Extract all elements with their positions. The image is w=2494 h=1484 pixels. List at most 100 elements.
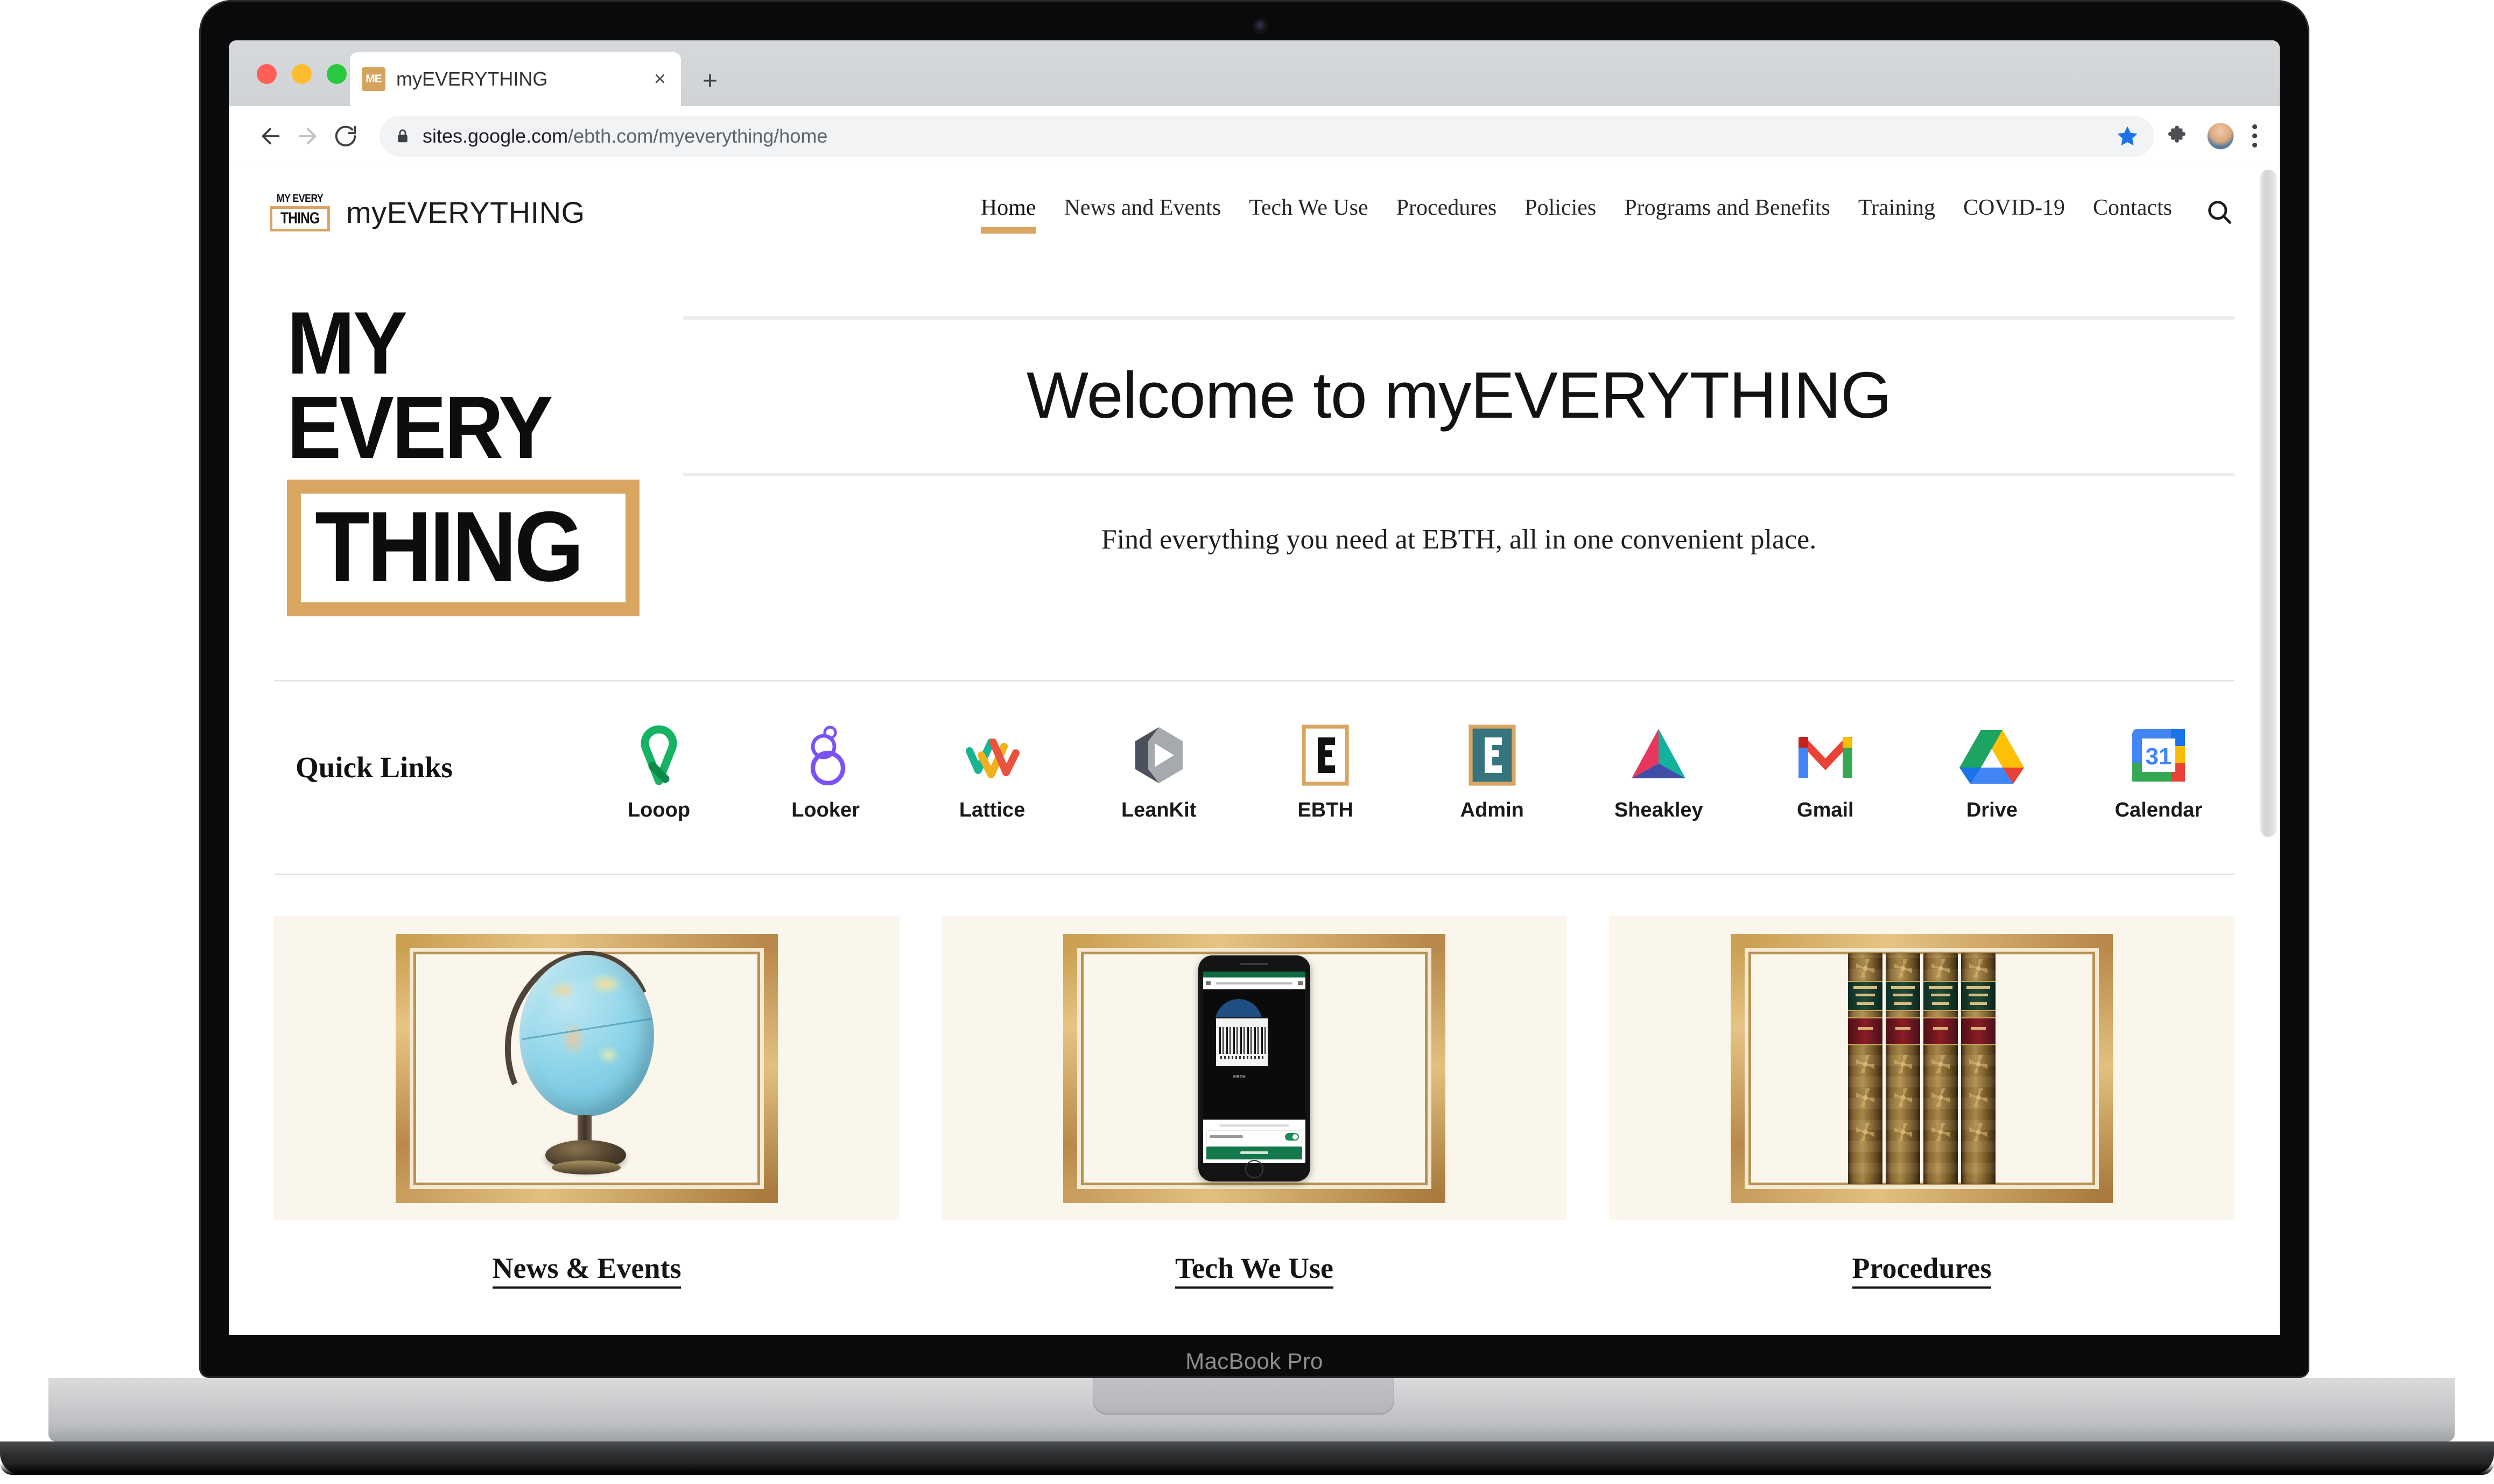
- macbook-mockup: ME myEVERYTHING × + sites.google.com/ebt…: [0, 0, 2494, 1484]
- hero-logo-box: THING: [287, 479, 640, 616]
- device-model-label: MacBook Pro: [1185, 1348, 1323, 1374]
- hero-rule-top: [683, 316, 2235, 320]
- quick-link-label: EBTH: [1297, 799, 1353, 821]
- leankit-icon: [1124, 720, 1194, 790]
- ebth-icon: [1290, 720, 1360, 790]
- minimize-window-button[interactable]: [292, 64, 312, 84]
- url-path: /ebth.com/myeverything/home: [568, 124, 828, 147]
- quick-link-looop[interactable]: Looop: [597, 720, 721, 822]
- quick-link-looker[interactable]: Looker: [764, 720, 888, 822]
- card-news-events[interactable]: News & Events: [274, 916, 900, 1289]
- site-logo-box: THING: [269, 206, 331, 231]
- address-bar[interactable]: sites.google.com/ebth.com/myeverything/h…: [380, 115, 2154, 157]
- cards-section: News & Events EBTH Tech We Use Procedure…: [229, 875, 2280, 1289]
- gmail-icon: [1790, 720, 1860, 790]
- card-caption-text: News & Events: [492, 1252, 682, 1289]
- browser-tab[interactable]: ME myEVERYTHING ×: [350, 52, 681, 106]
- quick-link-label: Lattice: [959, 799, 1025, 821]
- forward-arrow-icon[interactable]: [289, 117, 327, 155]
- calendar-icon: 31: [2124, 720, 2194, 790]
- chrome-browser-window: ME myEVERYTHING × + sites.google.com/ebt…: [229, 40, 2280, 1335]
- site-logo[interactable]: MY EVERY THING: [269, 184, 331, 240]
- quick-links-list: Looop Looker Lattice LeanKit EBTH Admin …: [597, 720, 2235, 822]
- admin-icon: [1457, 720, 1527, 790]
- site-logo-line2: THING: [280, 209, 320, 227]
- nav-item-policies[interactable]: Policies: [1511, 187, 1610, 237]
- quick-link-label: Sheakley: [1614, 799, 1703, 821]
- window-traffic-lights: [257, 64, 347, 84]
- scrollbar-thumb[interactable]: [2260, 170, 2277, 837]
- nav-item-contacts[interactable]: Contacts: [2079, 187, 2186, 237]
- quick-link-gmail[interactable]: Gmail: [1764, 720, 1887, 822]
- svg-text:31: 31: [2145, 743, 2172, 770]
- quick-link-label: Looop: [627, 799, 691, 821]
- card-caption[interactable]: Procedures: [1609, 1220, 2235, 1289]
- url-domain: sites.google.com: [423, 124, 568, 147]
- site-logo-line1: MY EVERY: [276, 192, 324, 205]
- nav-item-home[interactable]: Home: [967, 187, 1050, 237]
- browser-tab-strip: ME myEVERYTHING × +: [229, 40, 2280, 106]
- laptop-foot: [0, 1441, 2494, 1475]
- quick-links-section: Quick Links Looop Looker Lattice LeanKit…: [229, 681, 2280, 822]
- close-tab-button[interactable]: ×: [651, 69, 669, 89]
- nav-item-covid-19[interactable]: COVID-19: [1949, 187, 2079, 237]
- search-icon[interactable]: [2204, 197, 2235, 227]
- card-caption[interactable]: News & Events: [274, 1220, 900, 1289]
- looker-icon: [791, 720, 861, 790]
- tab-favicon-icon: ME: [362, 67, 385, 91]
- page-scrollbar[interactable]: [2257, 166, 2280, 1335]
- quick-link-label: Admin: [1460, 799, 1524, 821]
- nav-item-programs-and-benefits[interactable]: Programs and Benefits: [1610, 187, 1844, 237]
- quick-link-sheakley[interactable]: Sheakley: [1597, 720, 1720, 822]
- close-window-button[interactable]: [257, 64, 277, 84]
- site-title: myEVERYTHING: [346, 195, 585, 229]
- quick-link-label: Gmail: [1797, 799, 1854, 821]
- lock-icon: [398, 129, 408, 142]
- lattice-icon: [957, 720, 1027, 790]
- card-tech-we-use[interactable]: EBTH Tech We Use: [942, 916, 1567, 1289]
- card-procedures[interactable]: Procedures: [1609, 916, 2235, 1289]
- star-icon[interactable]: [2116, 124, 2139, 148]
- quick-link-drive[interactable]: Drive: [1930, 720, 2054, 822]
- nav-item-tech-we-use[interactable]: Tech We Use: [1235, 187, 1382, 237]
- globe-illustration: [482, 931, 676, 1190]
- hero-subtitle: Find everything you need at EBTH, all in…: [1101, 524, 1817, 555]
- puzzle-piece-icon[interactable]: [2165, 124, 2189, 148]
- nav-item-news-and-events[interactable]: News and Events: [1050, 187, 1235, 237]
- quick-link-ebth[interactable]: EBTH: [1263, 720, 1387, 822]
- card-media: [1609, 916, 2235, 1220]
- card-caption[interactable]: Tech We Use: [942, 1220, 1567, 1289]
- new-tab-button[interactable]: +: [702, 68, 718, 94]
- hero-text-block: Welcome to myEVERYTHING Find everything …: [651, 290, 2235, 555]
- page-title: Welcome to myEVERYTHING: [1026, 358, 1892, 432]
- avatar[interactable]: [2207, 122, 2234, 150]
- quick-links-title: Quick Links: [296, 751, 453, 784]
- reload-icon[interactable]: [327, 117, 364, 155]
- quick-link-calendar[interactable]: 31 Calendar: [2097, 720, 2221, 822]
- hero-rule-bottom: [683, 473, 2235, 476]
- quick-link-lattice[interactable]: Lattice: [930, 720, 1054, 822]
- hero-logo: MY EVERY THING: [274, 290, 651, 616]
- nav-item-label: Home: [980, 195, 1036, 220]
- phone-illustration: EBTH: [1198, 955, 1310, 1181]
- webcam-icon: [1255, 20, 1267, 32]
- quick-link-label: LeanKit: [1121, 799, 1197, 821]
- page-viewport: MY EVERY THING myEVERYTHING Home News an…: [229, 166, 2280, 1335]
- site-header: MY EVERY THING myEVERYTHING Home News an…: [229, 166, 2280, 258]
- back-arrow-icon[interactable]: [251, 117, 289, 155]
- drive-icon: [1957, 720, 2027, 790]
- quick-link-leankit[interactable]: LeanKit: [1097, 720, 1221, 822]
- kebab-menu-icon[interactable]: [2252, 124, 2257, 147]
- url-text: sites.google.com/ebth.com/myeverything/h…: [423, 125, 827, 147]
- nav-active-underline: [980, 227, 1036, 234]
- hero-section: MY EVERY THING Welcome to myEVERYTHING F…: [229, 258, 2280, 616]
- books-illustration: [1848, 952, 1996, 1184]
- quick-link-admin[interactable]: Admin: [1430, 720, 1554, 822]
- nav-item-procedures[interactable]: Procedures: [1382, 187, 1511, 237]
- maximize-window-button[interactable]: [327, 64, 347, 84]
- card-caption-text: Procedures: [1852, 1252, 1992, 1289]
- site-nav: Home News and Events Tech We Use Procedu…: [967, 187, 2235, 237]
- card-caption-text: Tech We Use: [1175, 1252, 1334, 1289]
- nav-item-training[interactable]: Training: [1844, 187, 1949, 237]
- quick-link-label: Drive: [1966, 799, 2018, 821]
